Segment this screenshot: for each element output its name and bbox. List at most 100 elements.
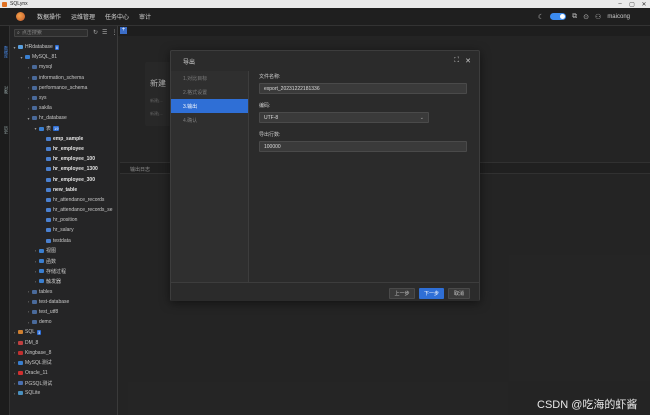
user-icon[interactable]: ⚇ <box>595 13 601 21</box>
chevron-right-icon[interactable]: › <box>12 371 17 376</box>
tree-node[interactable]: › SQL 3 <box>10 327 118 337</box>
tree-node-label: MySQL_81 <box>32 54 58 61</box>
chevron-right-icon[interactable]: › <box>12 350 17 355</box>
tree-node[interactable]: hr_attendance_records_se <box>10 205 118 215</box>
theme-toggle[interactable] <box>550 13 567 20</box>
tree-node[interactable]: ▾ MySQL_81 <box>10 52 118 62</box>
activity-database[interactable]: 数据库 <box>1 40 9 64</box>
chevron-right-icon[interactable]: › <box>26 309 31 314</box>
close-icon[interactable]: ✕ <box>465 57 471 65</box>
node-icon <box>46 177 51 182</box>
chevron-right-icon[interactable]: › <box>26 65 31 70</box>
activity-history[interactable]: 历史 <box>1 118 9 142</box>
rows-field[interactable]: 100000 <box>259 141 467 152</box>
step-compare-target[interactable]: 1.对比目标 <box>171 71 248 85</box>
tree-node[interactable]: › 存储过程 <box>10 266 118 276</box>
tree-node[interactable]: ▾ hr_database <box>10 113 118 123</box>
tree-node[interactable]: › test_utf8 <box>10 307 118 317</box>
menu-item-data-ops[interactable]: 数据操作 <box>37 12 61 21</box>
chevron-down-icon[interactable]: ▾ <box>33 126 38 131</box>
tree-node[interactable]: › test-database <box>10 297 118 307</box>
menu-item-ops-management[interactable]: 运维管理 <box>71 12 95 21</box>
minimize-icon[interactable]: – <box>614 0 626 8</box>
tree-node[interactable]: › Kingbase_8 <box>10 348 118 358</box>
node-icon <box>18 340 23 345</box>
menu-item-audit[interactable]: 审计 <box>139 12 151 21</box>
collapse-icon[interactable]: ☰ <box>102 29 107 36</box>
tree-node[interactable]: hr_employee_300 <box>10 174 118 184</box>
tree-node[interactable]: › demo <box>10 317 118 327</box>
chevron-right-icon[interactable]: › <box>12 381 17 386</box>
chevron-right-icon[interactable]: › <box>12 360 17 365</box>
chevron-down-icon[interactable]: ▾ <box>19 55 24 60</box>
chevron-right-icon[interactable]: › <box>33 279 38 284</box>
tree-node[interactable]: hr_salary <box>10 225 118 235</box>
dialog-footer: 上一步 下一步 取消 <box>171 282 479 301</box>
chevron-right-icon[interactable]: › <box>12 330 17 335</box>
tree-node[interactable]: › 函数 <box>10 256 118 266</box>
tree-node-label: sys <box>39 95 47 102</box>
chevron-right-icon[interactable]: › <box>33 259 38 264</box>
moon-icon[interactable]: ☾ <box>538 13 544 21</box>
search-box[interactable]: ⌕ <box>14 29 88 37</box>
fullscreen-icon[interactable]: ⛶ <box>454 57 459 65</box>
translate-icon[interactable]: ⧉ <box>572 13 577 21</box>
search-input[interactable] <box>21 30 82 36</box>
refresh-icon[interactable]: ↻ <box>93 29 98 36</box>
chevron-down-icon[interactable]: ▾ <box>12 45 17 50</box>
next-step-button[interactable]: 下一步 <box>419 288 444 299</box>
chevron-right-icon[interactable]: › <box>33 269 38 274</box>
chevron-right-icon[interactable]: › <box>26 299 31 304</box>
chevron-right-icon[interactable]: › <box>12 391 17 396</box>
tree-node[interactable]: hr_employee_100 <box>10 154 118 164</box>
tree-node[interactable]: hr_attendance_records <box>10 195 118 205</box>
help-icon[interactable]: ⊙ <box>583 13 589 21</box>
tree-node[interactable]: › DM_8 <box>10 337 118 347</box>
tree-node[interactable]: › sys <box>10 93 118 103</box>
tree-node[interactable]: ▾ HRdatabase 8 <box>10 42 118 52</box>
tree-node[interactable]: › 视图 <box>10 246 118 256</box>
tree-node[interactable]: › MySQL测试 <box>10 358 118 368</box>
tree-node[interactable]: › PGSQL测试 <box>10 378 118 388</box>
node-icon <box>46 146 51 151</box>
tree-node[interactable]: › sakila <box>10 103 118 113</box>
chevron-right-icon[interactable]: › <box>26 289 31 294</box>
tree-node[interactable]: › information_schema <box>10 73 118 83</box>
menu-item-task-center[interactable]: 任务中心 <box>105 12 129 21</box>
step-confirm[interactable]: 4.确认 <box>171 113 248 127</box>
chevron-right-icon[interactable]: › <box>12 340 17 345</box>
tree-node[interactable]: › Oracle_11 <box>10 368 118 378</box>
tree-node[interactable]: testdata <box>10 236 118 246</box>
tree-node[interactable]: › mysql <box>10 62 118 72</box>
chevron-down-icon[interactable]: ▾ <box>26 116 31 121</box>
chevron-right-icon[interactable]: › <box>26 96 31 101</box>
tree-node[interactable]: hr_employee_1300 <box>10 164 118 174</box>
step-output[interactable]: 3.输出 <box>171 99 248 113</box>
tree-node[interactable]: › tables <box>10 287 118 297</box>
tree-node[interactable]: › performance_schema <box>10 83 118 93</box>
tree-node[interactable]: hr_position <box>10 215 118 225</box>
tree-node[interactable]: new_table <box>10 185 118 195</box>
prev-step-button[interactable]: 上一步 <box>389 288 415 299</box>
chevron-right-icon[interactable]: › <box>26 106 31 111</box>
chevron-right-icon[interactable]: › <box>26 75 31 80</box>
username[interactable]: maicong <box>607 14 630 20</box>
chevron-right-icon[interactable]: › <box>26 85 31 90</box>
add-tab-button[interactable]: + <box>120 27 127 34</box>
close-icon[interactable]: ✕ <box>638 0 650 8</box>
activity-objects[interactable]: 对象 <box>1 78 9 102</box>
more-icon[interactable]: ⋮ <box>111 29 117 36</box>
count-badge: 8 <box>54 44 60 50</box>
tree-node[interactable]: › 触发器 <box>10 276 118 286</box>
filename-field[interactable]: export_20231222181336 <box>259 83 467 94</box>
cancel-button[interactable]: 取消 <box>448 288 470 299</box>
tree-node[interactable]: ▾ 表 19 <box>10 124 118 134</box>
tree-node[interactable]: emp_sample <box>10 134 118 144</box>
chevron-right-icon[interactable]: › <box>26 320 31 325</box>
encoding-select[interactable]: UTF-8 ⌄ <box>259 112 429 123</box>
tree-node[interactable]: › SQLite <box>10 388 118 398</box>
step-format-settings[interactable]: 2.格式设置 <box>171 85 248 99</box>
tree-node[interactable]: hr_employee <box>10 144 118 154</box>
chevron-right-icon[interactable]: › <box>33 248 38 253</box>
maximize-icon[interactable]: ▢ <box>626 0 638 8</box>
